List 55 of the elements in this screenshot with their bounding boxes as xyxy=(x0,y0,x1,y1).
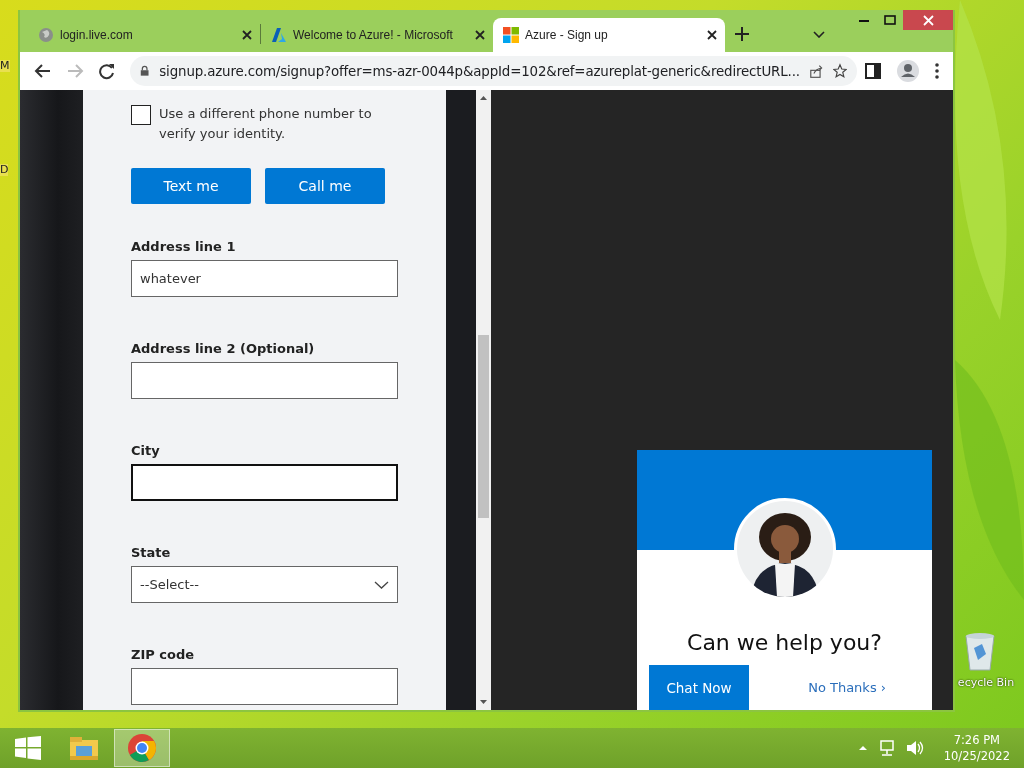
desktop-icon-label: M xyxy=(0,60,10,72)
browser-tab[interactable]: Welcome to Azure! - Microsoft xyxy=(261,18,493,52)
globe-icon xyxy=(38,27,54,43)
verify-button[interactable]: Call me xyxy=(265,168,385,204)
browser-tab[interactable]: login.live.com xyxy=(28,18,260,52)
field-label: ZIP code xyxy=(131,648,196,662)
chevron-down-icon xyxy=(374,580,389,589)
field-label: Address line 1 xyxy=(131,240,237,254)
side-panel-icon[interactable] xyxy=(865,63,881,79)
folder-icon xyxy=(68,734,100,762)
menu-icon[interactable] xyxy=(935,63,939,79)
no-thanks-link[interactable]: No Thanks › xyxy=(808,680,886,695)
recycle-bin-icon[interactable] xyxy=(962,630,998,674)
input-field[interactable] xyxy=(131,362,398,399)
back-arrow-icon[interactable] xyxy=(34,62,52,80)
input-field[interactable] xyxy=(131,668,398,705)
field-label: State xyxy=(131,546,172,560)
desktop-icon-label: D xyxy=(0,164,9,176)
chat-heading: Can we help you? xyxy=(687,630,882,655)
input-field[interactable]: whatever xyxy=(131,260,398,297)
select-field[interactable]: --Select-- xyxy=(131,566,398,603)
close-tab-icon[interactable] xyxy=(707,30,717,40)
show-hidden-icons-icon[interactable] xyxy=(857,744,868,752)
browser-logo-icon xyxy=(127,733,157,763)
url-text: signup.azure.com/signup?offer=ms-azr-0044p&appId=102&ref=azureplat-generic&redirectURL... xyxy=(159,63,800,79)
speaker-icon[interactable] xyxy=(905,739,924,757)
close-tab-icon[interactable] xyxy=(475,30,485,40)
maximize-icon xyxy=(884,15,896,25)
checkbox-label: Use a different phone number to verify your identity. xyxy=(159,105,373,143)
verify-button[interactable]: Text me xyxy=(131,168,251,204)
checkbox[interactable] xyxy=(131,105,151,125)
close-icon xyxy=(922,14,934,26)
profile-avatar-icon[interactable] xyxy=(897,60,919,82)
chat-now-button[interactable]: Chat Now xyxy=(649,665,749,710)
star-icon[interactable] xyxy=(833,62,847,80)
new-tab-icon[interactable] xyxy=(735,27,749,41)
browser-tab[interactable]: Azure - Sign up xyxy=(493,18,725,52)
tab-search-chevron-icon[interactable] xyxy=(813,30,825,38)
chrome-taskbar-button[interactable] xyxy=(114,729,170,767)
windows-logo-icon xyxy=(15,736,41,760)
close-button[interactable] xyxy=(903,10,953,30)
scroll-up-arrow-icon[interactable] xyxy=(479,94,488,102)
azure-logo-icon xyxy=(271,27,287,43)
scrollbar-thumb[interactable] xyxy=(478,335,489,518)
desktop-icon-label: ecycle Bin xyxy=(957,676,1015,689)
lock-icon xyxy=(140,64,150,78)
address-bar[interactable]: signup.azure.com/signup?offer=ms-azr-0044p&appId=102&ref=azureplat-generic&redirectURL... xyxy=(130,56,857,86)
field-label: Address line 2 (Optional) xyxy=(131,342,316,356)
scroll-down-arrow-icon[interactable] xyxy=(479,698,488,706)
field-label: City xyxy=(131,444,161,458)
close-tab-icon[interactable] xyxy=(242,30,252,40)
share-icon[interactable] xyxy=(809,62,824,80)
input-field[interactable] xyxy=(131,464,398,501)
four-squares-logo-icon xyxy=(503,27,519,43)
reload-icon[interactable] xyxy=(98,62,116,80)
